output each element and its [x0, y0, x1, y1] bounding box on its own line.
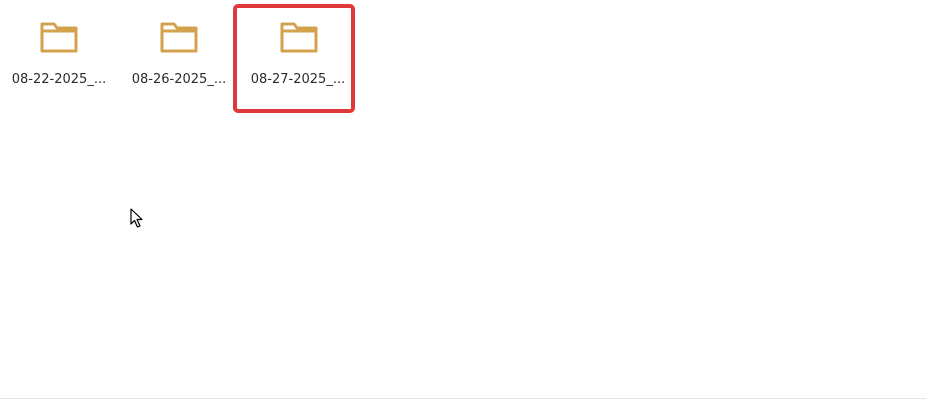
folder-item-08-26-2025[interactable]: 08-26-2025_... [120, 6, 238, 112]
bottom-divider [0, 398, 926, 399]
folder-item-08-22-2025[interactable]: 08-22-2025_... [0, 6, 118, 112]
folder-item-08-27-2025[interactable]: 08-27-2025_... [233, 4, 355, 113]
file-browser-view: 08-22-2025_... 08-26-2025_... 08-27-2025… [0, 0, 926, 400]
folder-icon [40, 22, 78, 53]
folder-icon [160, 22, 198, 53]
folder-label: 08-22-2025_... [11, 72, 107, 87]
folder-label: 08-26-2025_... [131, 72, 227, 87]
folder-icon [280, 22, 318, 53]
folder-grid: 08-22-2025_... 08-26-2025_... 08-27-2025… [0, 0, 926, 398]
folder-label: 08-27-2025_... [250, 72, 346, 87]
mouse-pointer-icon [130, 208, 143, 228]
